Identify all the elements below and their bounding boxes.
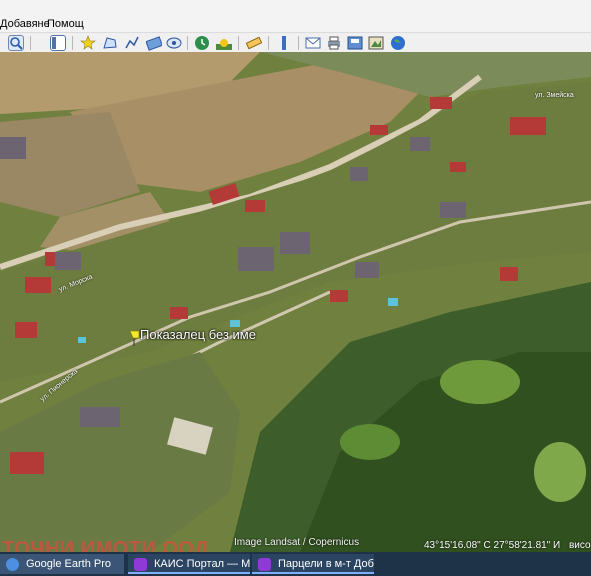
ruler-icon[interactable] xyxy=(245,35,263,51)
sunlight-icon[interactable] xyxy=(216,35,232,51)
sidebar-toggle-icon[interactable] xyxy=(276,35,292,51)
placemark-icon[interactable] xyxy=(80,35,96,51)
polygon-icon[interactable] xyxy=(102,35,118,51)
firefox-icon xyxy=(258,558,271,571)
path-icon[interactable] xyxy=(124,35,140,51)
coordinates-readout: 43°15'16.08" С 27°58'21.81" И xyxy=(424,540,561,551)
earth-icon[interactable] xyxy=(390,35,406,51)
road-label: ул. Змейска xyxy=(535,92,574,99)
email-icon[interactable] xyxy=(305,35,321,51)
firefox-icon xyxy=(134,558,147,571)
historical-imagery-icon[interactable] xyxy=(194,35,210,51)
task-label: КАИС Портал — Mo... xyxy=(154,558,250,570)
sidebar-icon[interactable] xyxy=(50,35,66,51)
menu-help[interactable]: Помощ xyxy=(47,18,84,30)
watermark: ТОЧНИ ИМОТИ ООД xyxy=(2,538,210,552)
map-view[interactable]: Показалец без име ул. Морска ул. Пионерс… xyxy=(0,52,591,552)
taskbar-button-parceli[interactable]: Парцели в м-т Добр... xyxy=(252,554,374,574)
imagery-attribution: Image Landsat / Copernicus xyxy=(234,537,360,548)
record-tour-icon[interactable] xyxy=(166,35,182,51)
task-label: Google Earth Pro xyxy=(26,558,111,570)
view-in-maps-icon[interactable] xyxy=(368,35,384,51)
taskbar-button-google-earth[interactable]: Google Earth Pro xyxy=(0,554,124,574)
google-earth-icon xyxy=(6,558,19,571)
menu-add[interactable]: Добавяне xyxy=(0,18,50,30)
save-image-icon[interactable] xyxy=(347,35,363,51)
image-overlay-icon[interactable] xyxy=(145,35,163,51)
menu-bar: Добавяне Помощ xyxy=(0,0,591,32)
task-label: Парцели в м-т Добр... xyxy=(278,558,374,570)
status-coordinates: 43°15'16.08" С 27°58'21.81" И висо xyxy=(424,540,591,551)
aerial-imagery xyxy=(0,52,591,552)
toolbar xyxy=(0,32,591,54)
altitude-prefix: висо xyxy=(568,540,591,551)
search-icon[interactable] xyxy=(8,35,24,51)
print-icon[interactable] xyxy=(326,35,342,51)
placemark-label[interactable]: Показалец без име xyxy=(140,327,256,342)
taskbar-button-kais-portal[interactable]: КАИС Портал — Mo... xyxy=(128,554,250,574)
taskbar: Google Earth Pro КАИС Портал — Mo... Пар… xyxy=(0,552,591,576)
